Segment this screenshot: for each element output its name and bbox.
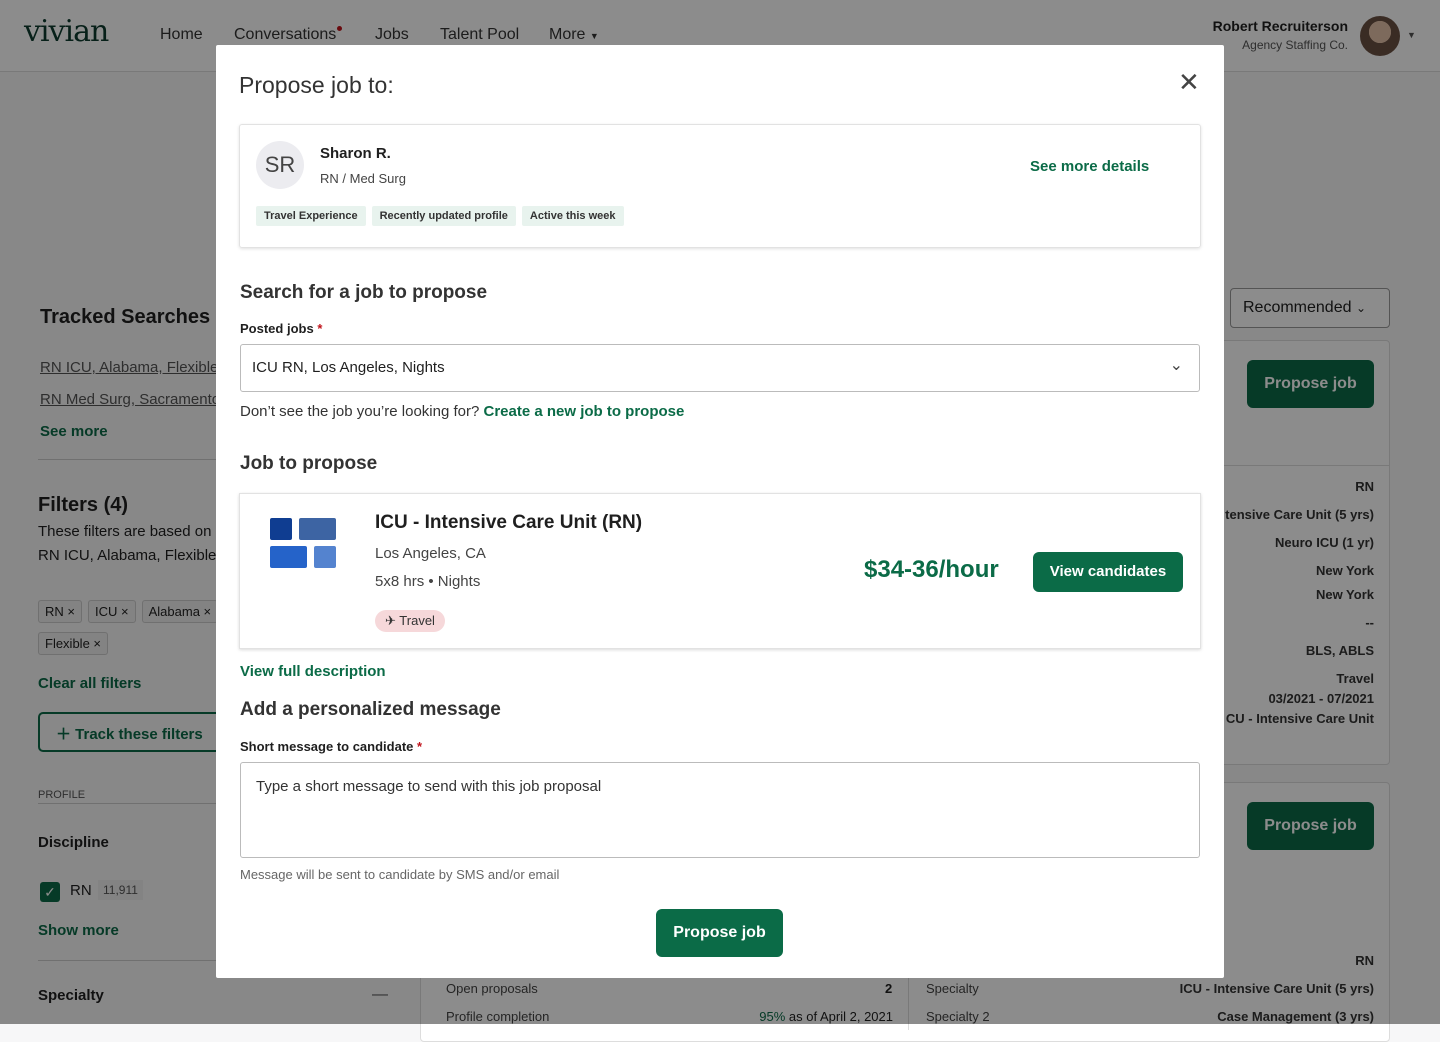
job-schedule: 5x8 hrs • Nights — [375, 573, 481, 590]
propose-job-modal: Propose job to: ✕ SR Sharon R. RN / Med … — [216, 45, 1224, 978]
posted-jobs-label: Posted jobs * — [240, 321, 323, 336]
search-heading: Search for a job to propose — [240, 282, 488, 303]
create-job-link[interactable]: Create a new job to propose — [483, 403, 684, 420]
job-rate: $34-36/hour — [864, 556, 999, 583]
travel-tag: ✈ Travel — [375, 610, 445, 632]
message-label: Short message to candidate * — [240, 739, 423, 754]
candidate-summary: SR Sharon R. RN / Med Surg Travel Experi… — [239, 124, 1201, 248]
job-location: Los Angeles, CA — [375, 545, 486, 562]
tag: Travel Experience — [256, 206, 366, 226]
close-icon[interactable]: ✕ — [1178, 67, 1200, 98]
tag: Recently updated profile — [371, 206, 516, 226]
message-hint: Message will be sent to candidate by SMS… — [240, 867, 560, 882]
message-heading: Add a personalized message — [240, 699, 501, 720]
candidate-tags: Travel Experience Recently updated profil… — [256, 206, 630, 226]
chevron-down-icon: ⌄ — [1169, 357, 1183, 374]
candidate-name: Sharon R. — [320, 145, 391, 162]
job-heading: Job to propose — [240, 453, 378, 474]
propose-job-submit-button[interactable]: Propose job — [656, 909, 783, 957]
create-job-hint: Don’t see the job you’re looking for? Cr… — [240, 403, 685, 420]
see-more-details-link[interactable]: See more details — [1030, 158, 1149, 175]
message-textarea[interactable]: Type a short message to send with this j… — [240, 762, 1200, 858]
candidate-avatar: SR — [256, 141, 304, 189]
tag: Active this week — [521, 206, 624, 226]
view-candidates-button[interactable]: View candidates — [1033, 552, 1183, 592]
candidate-role: RN / Med Surg — [320, 171, 406, 186]
view-full-description-link[interactable]: View full description — [240, 663, 386, 680]
modal-title: Propose job to: — [239, 72, 394, 98]
posted-jobs-select[interactable]: ICU RN, Los Angeles, Nights ⌄ — [240, 344, 1200, 392]
select-value: ICU RN, Los Angeles, Nights — [252, 359, 445, 376]
job-card: ICU - Intensive Care Unit (RN) Los Angel… — [239, 493, 1201, 649]
job-title: ICU - Intensive Care Unit (RN) — [375, 512, 643, 533]
airplane-icon: ✈ — [385, 613, 396, 628]
icu-department-icon — [270, 518, 338, 570]
